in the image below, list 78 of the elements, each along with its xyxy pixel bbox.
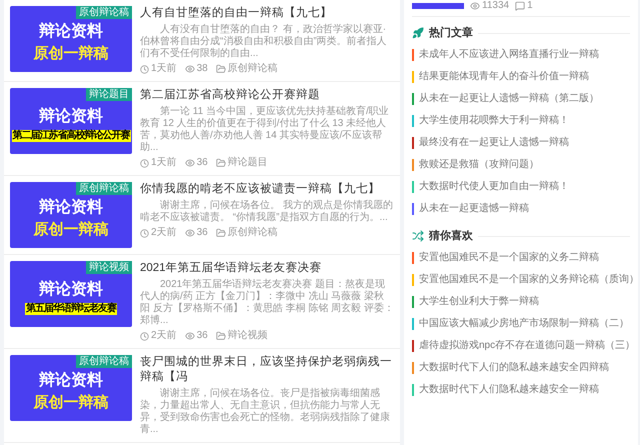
thumbnail-subtitle: 第二届江苏省高校辩论公开赛 <box>12 130 130 142</box>
view-count: 36 <box>196 330 208 342</box>
view-count: 38 <box>196 63 208 75</box>
article-link[interactable]: 大学生创业利大于弊一辩稿 <box>419 296 539 308</box>
category-link[interactable]: 辩论视频 <box>228 330 268 342</box>
tag-label[interactable]: 原创辩论稿 <box>76 355 132 368</box>
post-excerpt: 谢谢主席，问候在场各位。丧尸是指被病毒细菌感染，力量超出常人、无自主意识，但抗伤能力与常人无异，受到致命伤害也会死亡的怪物。老弱病残指除了健康青... <box>140 388 391 436</box>
post-thumbnail[interactable]: 原创辩论稿 辩论资料 原创一辩稿 <box>10 182 132 248</box>
post-title[interactable]: 你情我愿的啃老不应该被谴责一辩稿【九七】 <box>140 182 394 197</box>
eye-icon <box>184 228 195 238</box>
clock-icon <box>140 228 149 238</box>
view-count: 36 <box>196 157 208 169</box>
article-link[interactable]: 大数据时代下人们隐私越来越安全一辩稿 <box>419 384 599 396</box>
thumbnail-subtitle: 原创一辩稿 <box>34 394 108 412</box>
article-link[interactable]: 从未在一起更让人遗憾一辩稿（第二版） <box>419 93 599 105</box>
article-link[interactable]: 大数据时代使人更加自由一辩稿！ <box>419 181 569 193</box>
post-excerpt: 人有没有自甘堕落的自由？ 有，政治哲学家以赛亚·伯林曾将自由分成“消极自由和积极自由”两类。前者指人们有不受任何限制的自由... <box>140 24 388 60</box>
thumbnail-subtitle: 原创一辩稿 <box>34 45 108 63</box>
thumbnail-title: 辩论资料 <box>39 281 103 299</box>
post-thumbnail[interactable]: 原创辩论稿 辩论资料 原创一辩稿 <box>10 355 132 421</box>
thumbnail-title: 辩论资料 <box>39 108 103 126</box>
tag-label[interactable]: 原创辩论稿 <box>76 182 132 195</box>
tag-label[interactable]: 辩论视频 <box>86 261 132 274</box>
post-time: 2天前 <box>151 330 177 342</box>
article-link[interactable]: 结果更能体现青年人的奋斗价值一辩稿 <box>419 71 589 83</box>
view-count: 11334 <box>482 0 510 12</box>
tag-label[interactable]: 原创辩论稿 <box>76 6 132 19</box>
post-title[interactable]: 丧尸围城的世界末日，应该坚持保护老弱病残一辩稿【冯 <box>140 355 394 385</box>
post-excerpt: 2021年第五届华语辩坛老友赛决赛 题目：熬夜是现代人的病/药 正方【金刀门】：李微中 冼山 马薇薇 梁秋阳 反方【罗格斯不俑】：黄思皓 李桐 陈铭 周玄毅 评委：郑博... <box>140 279 394 327</box>
eye-icon <box>470 1 480 11</box>
post-time: 2天前 <box>151 227 177 239</box>
article-link[interactable]: 未成年人不应该进入网络直播行业一辩稿 <box>419 49 599 61</box>
folder-icon <box>216 331 226 341</box>
rocket-icon <box>412 27 424 39</box>
article-link[interactable]: 虐待虚拟游戏npc存不存在道德问题一辩稿（三） <box>419 340 636 352</box>
post-thumbnail[interactable]: 辩论视频 辩论资料 第五届华语辩坛老友赛 <box>10 261 132 327</box>
article-link[interactable]: 最终没有在一起更让人遗憾一辩稿 <box>419 137 569 149</box>
article-link[interactable]: 安置他国难民不是一个国家的义务二辩稿 <box>419 252 599 264</box>
comment-count: 1 <box>527 0 533 12</box>
post-thumbnail[interactable]: 原创辩论稿 辩论资料 原创一辩稿 <box>10 6 132 72</box>
shuffle-icon <box>412 230 424 242</box>
article-link[interactable]: 救赎还是救猫（攻辩问题） <box>419 159 539 171</box>
folder-icon <box>216 228 226 238</box>
clock-icon <box>140 332 149 340</box>
article-link[interactable]: 从未在一起更遗憾一辩稿 <box>419 203 529 215</box>
view-count: 36 <box>196 227 208 239</box>
post-excerpt: 谢谢主席，问候在场各位。 我方的观点是你情我愿的啃老不应该被谴责。 “你情我愿”是指双方自愿的行为。... <box>140 200 394 224</box>
article-thumbnail[interactable] <box>412 3 464 9</box>
post-time: 1天前 <box>151 157 177 169</box>
article-link[interactable]: 安置他国难民不是一个国家的义务辩论稿（质询） <box>419 274 639 286</box>
folder-icon <box>216 64 226 74</box>
thumbnail-title: 辩论资料 <box>39 199 103 217</box>
article-link[interactable]: 大学生使用花呗弊大于利一辩稿！ <box>419 115 569 127</box>
category-link[interactable]: 原创辩论稿 <box>228 63 278 75</box>
clock-icon <box>140 158 149 168</box>
tag-label[interactable]: 辩论题目 <box>86 88 132 101</box>
thumbnail-title: 辩论资料 <box>39 23 103 41</box>
post-title[interactable]: 人有自甘堕落的自由一辩稿【九七】 <box>140 6 394 21</box>
post-excerpt: 第一论 11 当今中国，更应该优先扶持基础教育/职业教育 12 人生的价值更在于得到/付出了什么 13 未经他人苦，莫劝他人善/亦劝他人善 14 其实特曼应该/不应该帮助... <box>140 106 390 154</box>
section-heading: 热门文章 <box>429 26 473 41</box>
category-link[interactable]: 辩论题目 <box>228 157 268 169</box>
article-link[interactable]: 大数据时代下人们的隐私越来越安全四辩稿 <box>419 362 609 374</box>
post-thumbnail[interactable]: 辩论题目 辩论资料 第二届江苏省高校辩论公开赛 <box>10 88 132 154</box>
thumbnail-subtitle: 第五届华语辩坛老友赛 <box>25 303 117 315</box>
folder-icon <box>216 158 226 168</box>
eye-icon <box>184 331 195 341</box>
post-title[interactable]: 2021年第五届华语辩坛老友赛决赛 <box>140 261 394 276</box>
category-link[interactable]: 原创辩论稿 <box>228 227 278 239</box>
eye-icon <box>184 64 195 74</box>
article-link[interactable]: 中国应该大幅减少房地产市场限制一辩稿（二） <box>419 318 629 330</box>
thumbnail-subtitle: 原创一辩稿 <box>34 221 108 239</box>
eye-icon <box>184 158 195 168</box>
clock-icon <box>140 64 149 74</box>
section-heading: 猜你喜欢 <box>429 228 473 244</box>
post-time: 1天前 <box>151 63 177 75</box>
post-title[interactable]: 第二届江苏省高校辩论公开赛辩题 <box>140 88 394 103</box>
comment-icon <box>515 1 526 11</box>
thumbnail-title: 辩论资料 <box>39 372 103 390</box>
